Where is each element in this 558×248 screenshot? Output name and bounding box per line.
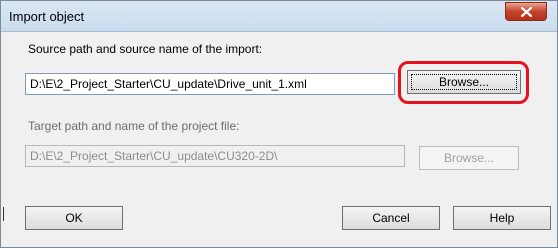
red-highlight-annotation [398,61,529,104]
import-object-dialog: Import object Source path and source nam… [0,0,558,248]
target-path-input: D:\E\2_Project_Starter\CU_update\CU320-2… [25,145,405,167]
cancel-label: Cancel [372,211,410,225]
dialog-title: Import object [9,9,85,24]
text-cursor-mark [3,207,4,221]
ok-label: OK [65,211,83,225]
source-path-input[interactable]: D:\E\2_Project_Starter\CU_update\Drive_u… [25,73,395,95]
help-button[interactable]: Help [453,206,551,230]
source-path-label: Source path and source name of the impor… [28,42,263,56]
target-path-label: Target path and name of the project file… [28,119,240,133]
title-bar[interactable]: Import object [1,1,557,32]
target-browse-label: Browse... [443,151,494,165]
help-label: Help [489,211,515,225]
target-browse-button: Browse... [419,146,519,170]
cancel-button[interactable]: Cancel [342,206,440,230]
close-button[interactable] [505,2,547,21]
close-x-icon [521,7,532,17]
ok-button[interactable]: OK [25,206,123,230]
